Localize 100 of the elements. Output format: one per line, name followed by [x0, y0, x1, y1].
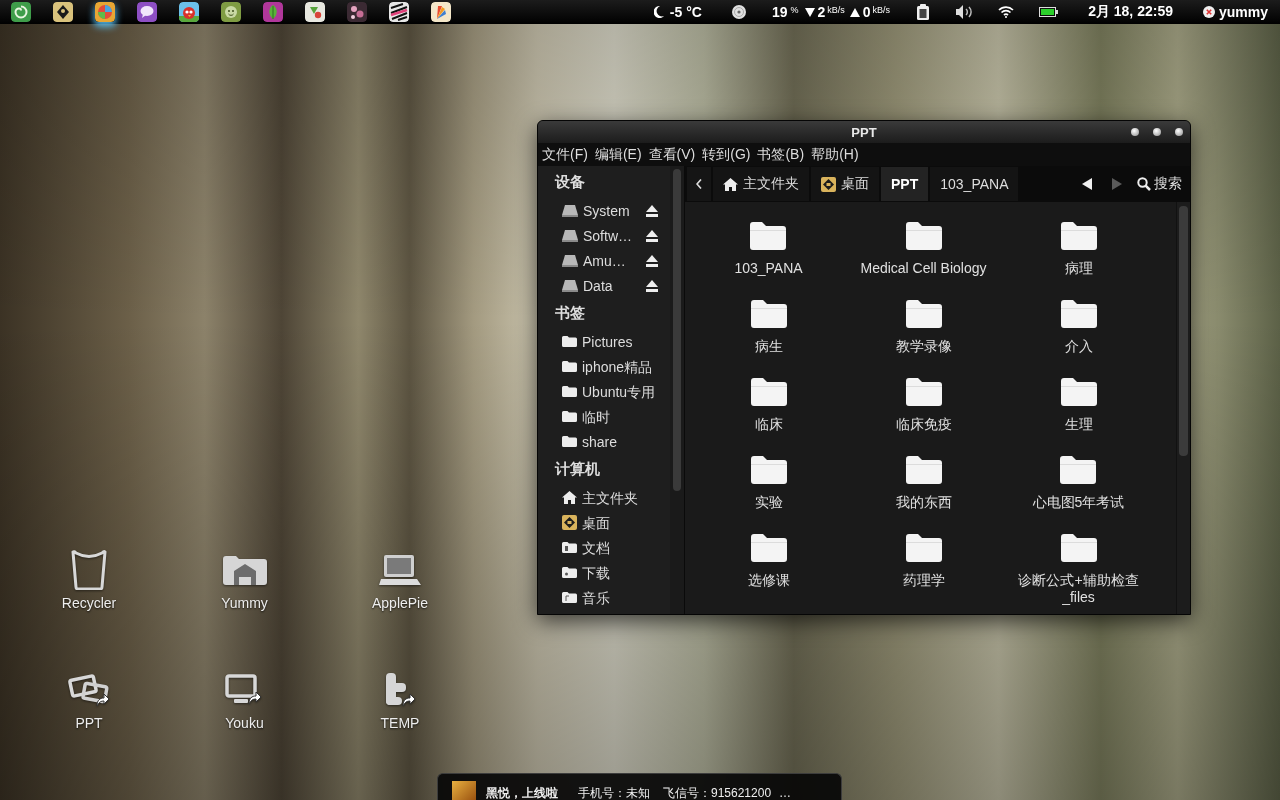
folder-icon [750, 534, 787, 562]
desktop-shortcut[interactable]: Yummy [221, 550, 268, 612]
t-shape-shortcut-icon [383, 672, 417, 708]
emblem-icon [821, 176, 836, 192]
sidebar-item[interactable]: 文档 [562, 539, 610, 556]
sidebar-item[interactable]: System [562, 202, 630, 219]
folder-icon [562, 436, 577, 447]
folder-icon [905, 378, 942, 406]
folder-item[interactable]: 临床 [750, 370, 787, 433]
path-button[interactable]: 主文件夹 [713, 167, 809, 201]
folder-item[interactable]: Medical Cell Biology [860, 214, 987, 277]
search-button[interactable]: 搜索 [1133, 167, 1188, 201]
desktop-shortcut[interactable]: Recycler [61, 550, 117, 612]
sidebar-item[interactable]: 临时 [562, 408, 610, 425]
folder-item[interactable]: 教学录像 [895, 292, 952, 355]
smiley-app-icon[interactable] [221, 2, 241, 22]
sidebar-item[interactable]: Ubuntu专用 [562, 383, 656, 400]
desktop-shortcut[interactable]: TEMP [380, 670, 420, 732]
folder-item[interactable]: 诊断公式+辅助检查_files [1003, 526, 1154, 606]
maximize-button[interactable] [1153, 128, 1161, 136]
user-name-label[interactable]: yummy [1218, 4, 1268, 20]
scrollbar-thumb[interactable] [1179, 206, 1188, 456]
sidebar-item[interactable]: 音乐 [562, 589, 610, 606]
swirl-app-icon[interactable] [11, 2, 31, 22]
striped-app-icon[interactable] [389, 2, 409, 22]
wifi-icon[interactable] [998, 6, 1015, 18]
path-scroll-button[interactable] [687, 167, 711, 201]
folder-item[interactable]: 我的东西 [895, 448, 952, 511]
emblem-icon [562, 515, 577, 530]
menu-item[interactable]: 文件(F) [542, 145, 588, 164]
menu-item[interactable]: 帮助(H) [811, 145, 859, 164]
folder-item[interactable]: 选修课 [747, 526, 790, 589]
eject-icon[interactable] [646, 254, 658, 267]
leaf-app-icon[interactable] [263, 2, 283, 22]
eject-icon[interactable] [646, 229, 658, 242]
home-icon [562, 491, 577, 504]
chat-bubble-app-icon[interactable] [137, 2, 157, 22]
scrollbar-thumb[interactable] [673, 169, 681, 491]
sidebar-item[interactable]: 主文件夹 [562, 489, 638, 506]
sidebar-item[interactable]: Pictures [562, 333, 633, 350]
sidebar-item[interactable]: 下载 [562, 564, 610, 581]
desktop-shortcut[interactable]: ApplePie [371, 550, 428, 612]
speaker-icon[interactable] [956, 5, 974, 19]
clipboard-icon[interactable] [917, 4, 930, 20]
folder-icon [562, 411, 577, 422]
sidebar-item[interactable]: Data [562, 277, 613, 294]
minimize-button[interactable] [1131, 128, 1139, 136]
folder-item[interactable]: 103_PANA [734, 214, 803, 277]
sidebar-item[interactable]: 桌面 [562, 514, 610, 531]
eject-icon[interactable] [646, 279, 658, 292]
folder-icon [750, 222, 787, 250]
fan-app-icon[interactable] [431, 2, 451, 22]
color-ball-app-icon[interactable] [95, 2, 115, 22]
diamond-app-icon[interactable] [53, 2, 73, 22]
temperature-label: -5 °C [669, 4, 702, 20]
menu-item[interactable]: 书签(B) [757, 145, 805, 164]
menu-item[interactable]: 转到(G) [702, 145, 751, 164]
desktop-shortcut[interactable]: PPT [67, 670, 111, 732]
sidebar-item[interactable]: Amu… [562, 252, 626, 269]
eject-icon[interactable] [646, 204, 658, 217]
folder-item[interactable]: 病生 [750, 292, 787, 355]
moon-icon[interactable] [653, 6, 664, 18]
desktop-shortcut[interactable]: Youku [225, 670, 264, 732]
drive-icon [562, 229, 578, 242]
laptop-icon [379, 554, 421, 586]
monitor-shortcut-icon [225, 674, 264, 706]
document-folder-icon [562, 542, 577, 553]
more-indicator[interactable]: … [779, 786, 792, 800]
menu-item[interactable]: 编辑(E) [594, 145, 642, 164]
pattern-app-icon[interactable] [347, 2, 367, 22]
upload-speed-label: 0 [862, 4, 871, 20]
folder-item[interactable]: 临床免疫 [895, 370, 952, 433]
menu-item[interactable]: 查看(V) [648, 145, 696, 164]
card-app-icon[interactable] [305, 2, 325, 22]
path-button[interactable]: PPT [881, 167, 929, 201]
folder-icon [1060, 534, 1097, 562]
search-icon [1137, 177, 1151, 191]
clock-label[interactable]: 2月 18, 22:59 [1088, 3, 1173, 21]
folder-item[interactable]: 病理 [1060, 214, 1097, 277]
folder-item[interactable]: 介入 [1060, 292, 1097, 355]
disc-icon[interactable] [731, 5, 746, 19]
folder-item[interactable]: 实验 [750, 448, 787, 511]
close-button[interactable] [1175, 128, 1183, 136]
sidebar-item[interactable]: Softw… [562, 227, 632, 244]
download-folder-icon [562, 567, 577, 578]
folder-item[interactable]: 心电图5年考试 [1032, 448, 1125, 511]
folder-icon [1060, 456, 1097, 484]
battery-icon[interactable] [1039, 7, 1059, 17]
sidebar-item[interactable]: share [562, 433, 618, 450]
status-x-icon[interactable] [1202, 6, 1215, 18]
path-button[interactable]: 103_PANA [930, 167, 1019, 201]
folder-item[interactable]: 药理学 [902, 526, 945, 589]
folder-item[interactable]: 生理 [1060, 370, 1097, 433]
folder-icon [750, 300, 787, 328]
photos-shortcut-icon [67, 672, 111, 708]
folder-icon [905, 300, 942, 328]
sidebar-item[interactable]: iphone精品 [562, 358, 653, 375]
notification-title: 黑悦，上线啦 [486, 786, 558, 800]
path-button[interactable]: 桌面 [811, 167, 879, 201]
bird-app-icon[interactable] [179, 2, 199, 22]
